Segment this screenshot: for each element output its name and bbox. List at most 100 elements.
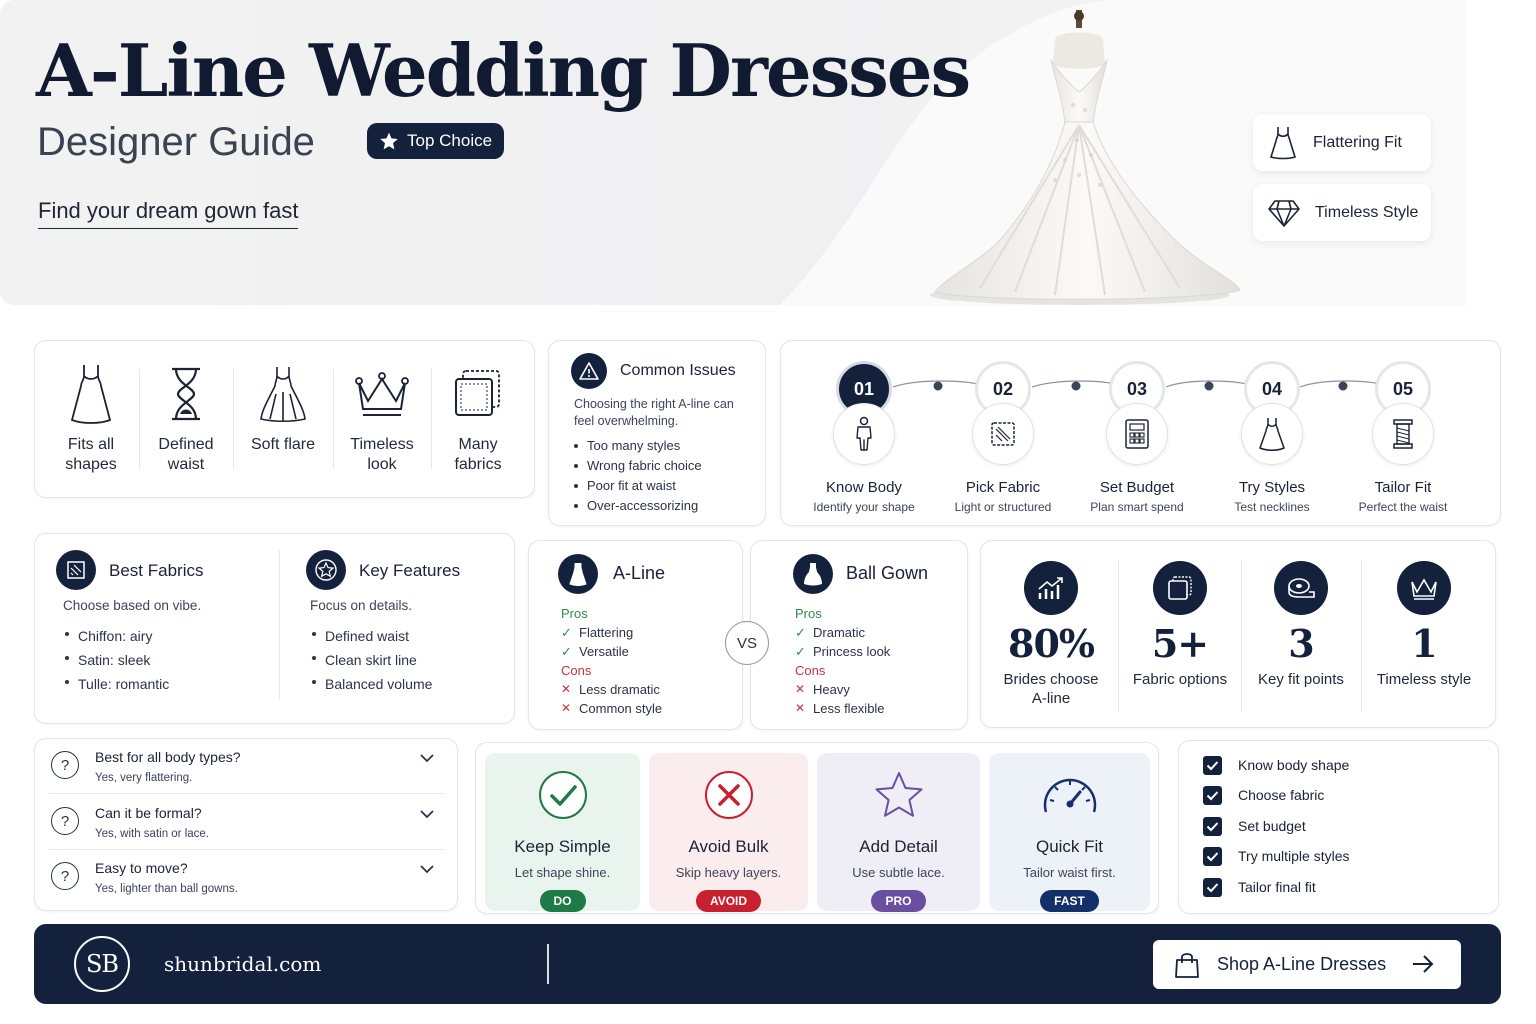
check-circle-icon: [538, 771, 587, 819]
chevron-down-icon[interactable]: [419, 864, 435, 874]
pros-label: Pros: [795, 606, 822, 621]
star-badge-icon: [306, 550, 346, 590]
dress-icon: [1270, 126, 1296, 159]
shop-button[interactable]: Shop A-Line Dresses: [1153, 940, 1461, 989]
compare-ball-gown-card: Ball Gown Pros Dramatic Princess look Co…: [750, 540, 968, 730]
brand-logo[interactable]: SB: [74, 936, 130, 992]
checkbox-checked[interactable]: [1203, 785, 1222, 805]
faq-question: Best for all body types?: [95, 749, 241, 765]
features-card: Fits all shapes Defined waist Soft flare…: [34, 340, 535, 498]
con-item: Less flexible: [795, 699, 890, 718]
star-icon: [875, 772, 922, 817]
feature-timeless-look: Timeless look: [337, 359, 427, 475]
checklist-label: Tailor final fit: [1238, 879, 1316, 895]
checklist-item[interactable]: Choose fabric: [1203, 785, 1324, 805]
step-try-styles: 04 Try Styles Test necklines: [1202, 361, 1342, 514]
fabrics-list: Chiffon: airy Satin: sleek Tulle: romant…: [62, 624, 169, 696]
feature-fits-all-shapes: Fits all shapes: [46, 359, 136, 475]
dress-icon: [558, 554, 598, 594]
step-desc: Light or structured: [954, 500, 1052, 514]
list-item: Chiffon: airy: [62, 624, 169, 648]
timeless-style-pill: Timeless Style: [1253, 184, 1431, 241]
tip-title: Add Detail: [859, 837, 938, 856]
checklist-item[interactable]: Try multiple styles: [1203, 846, 1350, 866]
checklist-card: Know body shape Choose fabric Set budget…: [1178, 740, 1499, 914]
wedding-dress-image: [930, 10, 1241, 305]
checklist-item[interactable]: Set budget: [1203, 816, 1306, 836]
stat-label: Fabric options: [1132, 671, 1228, 688]
con-item: Heavy: [795, 680, 890, 699]
faq-card: ? Best for all body types? Yes, very fla…: [34, 738, 458, 911]
stat-value: 3: [1288, 621, 1314, 666]
fabrics-features-card: Best Fabrics Choose based on vibe. Chiff…: [34, 533, 515, 724]
faq-item[interactable]: ? Can it be formal? Yes, with satin or l…: [49, 795, 445, 850]
step-title: Try Styles: [1238, 479, 1306, 496]
stat-fabrics: 5+ Fabric options: [1125, 561, 1235, 689]
list-item: Defined waist: [309, 624, 432, 648]
footer-divider: [547, 944, 549, 984]
growth-chart-icon: [1038, 577, 1063, 599]
shop-button-label: Shop A-Line Dresses: [1217, 954, 1387, 974]
step-desc: Test necklines: [1234, 500, 1310, 514]
checklist-label: Choose fabric: [1238, 787, 1325, 803]
chevron-down-icon[interactable]: [419, 753, 435, 763]
pro-item: Princess look: [795, 642, 890, 661]
tip-quick-fit: Quick Fit Tailor waist first. FAST: [989, 753, 1150, 912]
stat-label: Brides choose A-line: [1003, 671, 1099, 707]
key-features-intro: Focus on details.: [310, 598, 413, 613]
stats-card: 80% Brides choose A-line 5+ Fabric optio…: [980, 540, 1496, 728]
checkbox-checked[interactable]: [1203, 846, 1222, 866]
stat-value: 80%: [1008, 621, 1095, 666]
con-item: Common style: [561, 699, 662, 718]
compare-a-line-card: A-Line Pros Flattering Versatile Cons Le…: [528, 540, 743, 730]
list-item: Wrong fabric choice: [571, 456, 702, 476]
compare-title: Ball Gown: [846, 563, 929, 583]
site-link[interactable]: shunbridal.com: [164, 952, 321, 976]
tip-keep-simple: Keep Simple Let shape shine. DO: [485, 753, 640, 912]
faq-question: Easy to move?: [95, 860, 188, 876]
fabric-swatch-icon: [455, 370, 500, 416]
checklist-label: Know body shape: [1238, 757, 1350, 773]
faq-answer: Yes, lighter than ball gowns.: [95, 883, 238, 895]
step-title: Tailor Fit: [1374, 479, 1432, 496]
step-desc: Perfect the waist: [1358, 500, 1448, 514]
hero-banner: A-Line Wedding Dresses Designer Guide To…: [0, 0, 1467, 305]
checklist-label: Try multiple styles: [1238, 848, 1350, 864]
stat-fit-points: 3 Key fit points: [1246, 561, 1356, 689]
diamond-icon: [1268, 199, 1300, 227]
list-item: Poor fit at waist: [571, 476, 702, 496]
checkbox-checked[interactable]: [1203, 877, 1222, 897]
stat-value: 5+: [1151, 621, 1209, 666]
checklist-item[interactable]: Know body shape: [1203, 755, 1349, 775]
list-item: Satin: sleek: [62, 648, 169, 672]
measuring-tape-icon: [1288, 578, 1315, 598]
feature-label: Defined waist: [158, 436, 214, 473]
stat-timeless: 1 Timeless style: [1369, 561, 1479, 689]
chevron-down-icon[interactable]: [419, 809, 435, 819]
faq-question: Can it be formal?: [95, 805, 202, 821]
checkbox-checked[interactable]: [1203, 755, 1222, 775]
checklist-item[interactable]: Tailor final fit: [1203, 877, 1316, 897]
fast-tag: FAST: [1040, 890, 1099, 912]
question-icon: ?: [51, 862, 79, 890]
list-item: Clean skirt line: [309, 648, 432, 672]
common-issues-card: Common Issues Choosing the right A-line …: [548, 340, 766, 526]
dress-icon: [70, 365, 112, 424]
faq-answer: Yes, with satin or lace.: [95, 828, 209, 840]
issues-list: Too many styles Wrong fabric choice Poor…: [571, 436, 702, 516]
fabric-icon: [991, 422, 1015, 446]
step-title: Pick Fabric: [965, 479, 1041, 496]
pill-label: Timeless Style: [1315, 203, 1419, 221]
fabrics-title: Best Fabrics: [109, 561, 204, 580]
page-subtitle: Designer Guide: [37, 120, 315, 164]
feature-many-fabrics: Many fabrics: [433, 359, 523, 475]
step-set-budget: 03 Set Budget Plan smart spend: [1067, 361, 1207, 514]
list-item: Over-accessorizing: [571, 496, 702, 516]
flared-dress-icon: [260, 367, 306, 423]
step-tailor-fit: 05 Tailor Fit Perfect the waist: [1333, 361, 1473, 514]
faq-item[interactable]: ? Best for all body types? Yes, very fla…: [49, 739, 445, 794]
faq-item[interactable]: ? Easy to move? Yes, lighter than ball g…: [49, 850, 445, 905]
compare-title: A-Line: [613, 563, 666, 583]
checkbox-checked[interactable]: [1203, 816, 1222, 836]
tagline: Find your dream gown fast: [38, 198, 299, 229]
